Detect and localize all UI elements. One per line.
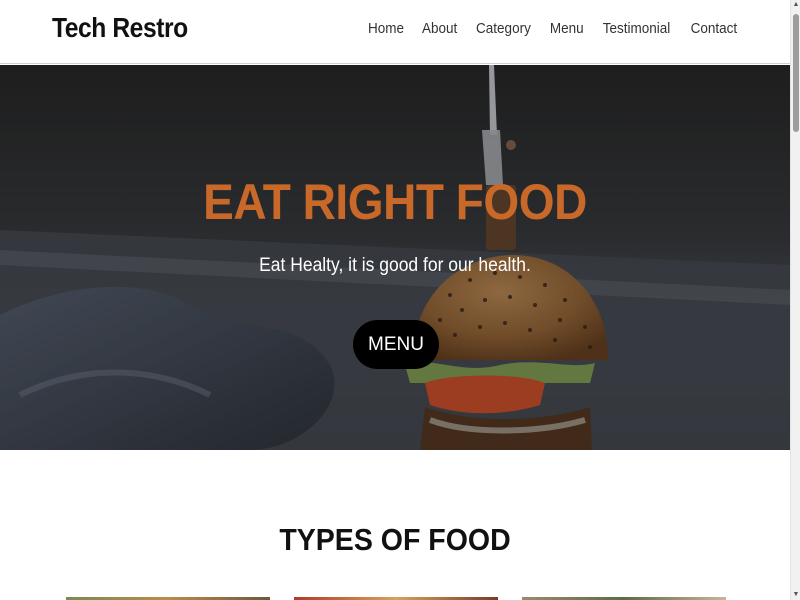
scroll-down-arrow-icon[interactable]: ▼ bbox=[792, 590, 800, 600]
page: Tech Restro Home About Category Menu Tes… bbox=[0, 0, 800, 600]
navbar: Tech Restro Home About Category Menu Tes… bbox=[0, 0, 790, 64]
nav-link-menu[interactable]: Menu bbox=[550, 20, 584, 37]
nav-link-category[interactable]: Category bbox=[476, 20, 531, 37]
nav-link-testimonial[interactable]: Testimonial bbox=[603, 20, 671, 37]
hero-subtitle: Eat Healty, it is good for our health. bbox=[259, 255, 531, 276]
section-title: TYPES OF FOOD bbox=[279, 522, 511, 557]
nav-link-about[interactable]: About bbox=[422, 20, 457, 37]
scroll-up-arrow-icon[interactable]: ▲ bbox=[792, 0, 800, 10]
hero-section: EAT RIGHT FOOD Eat Healty, it is good fo… bbox=[0, 65, 790, 450]
nav-link-home[interactable]: Home bbox=[368, 20, 404, 37]
scrollbar-thumb[interactable] bbox=[793, 14, 799, 132]
nav-links: Home About Category Menu Testimonial Con… bbox=[366, 20, 740, 37]
menu-button[interactable]: MENU bbox=[353, 320, 439, 369]
nav-link-contact[interactable]: Contact bbox=[691, 20, 738, 37]
hero-title: EAT RIGHT FOOD bbox=[203, 174, 587, 230]
vertical-scrollbar[interactable]: ▲ ▼ bbox=[790, 0, 800, 600]
brand-logo[interactable]: Tech Restro bbox=[52, 12, 188, 44]
